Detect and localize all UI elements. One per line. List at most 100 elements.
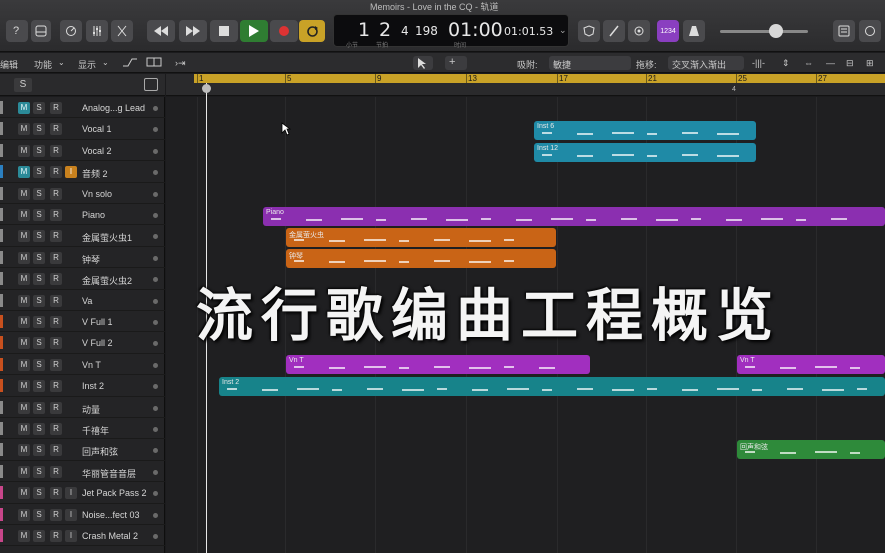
track-row[interactable]: M S R 华丽管音音层 bbox=[0, 461, 165, 483]
record-enable-button[interactable]: R bbox=[50, 273, 62, 286]
track-row[interactable]: M S R Va bbox=[0, 290, 165, 311]
solo-button[interactable]: S bbox=[33, 423, 45, 435]
track-name[interactable]: Vn T bbox=[82, 360, 101, 370]
mute-button[interactable]: M bbox=[18, 487, 30, 500]
master-volume-slider[interactable] bbox=[720, 30, 808, 33]
track-row[interactable]: M S R Vn T bbox=[0, 354, 165, 376]
solo-button[interactable]: S bbox=[33, 487, 45, 500]
mute-button[interactable]: M bbox=[18, 358, 30, 371]
loop-browser-button[interactable] bbox=[859, 20, 881, 42]
mute-button[interactable]: M bbox=[18, 337, 30, 350]
mute-button[interactable]: M bbox=[18, 187, 30, 200]
catch-icon[interactable]: ›⇥ bbox=[175, 58, 186, 69]
track-name[interactable]: V Full 1 bbox=[82, 317, 113, 327]
global-solo-button[interactable]: S bbox=[14, 78, 32, 92]
lcd-display[interactable]: 1 小节 2 节拍 4 198 01:00 时间 01:01.53 ⌄ bbox=[333, 14, 569, 49]
drag-select[interactable]: 交叉渐入渐出 bbox=[668, 56, 744, 70]
mute-button[interactable]: M bbox=[18, 401, 30, 414]
solo-button[interactable]: S bbox=[33, 273, 45, 286]
record-enable-button[interactable]: R bbox=[50, 166, 62, 179]
track-name[interactable]: V Full 2 bbox=[82, 338, 113, 348]
mute-button[interactable]: M bbox=[18, 102, 30, 114]
record-enable-button[interactable]: R bbox=[50, 251, 62, 264]
master-volume-knob[interactable] bbox=[769, 24, 783, 38]
record-button[interactable] bbox=[270, 20, 298, 42]
mute-button[interactable]: M bbox=[18, 508, 30, 521]
track-name[interactable]: Vocal 2 bbox=[82, 146, 112, 156]
mute-button[interactable]: M bbox=[18, 144, 30, 157]
record-enable-button[interactable]: R bbox=[50, 316, 62, 328]
record-enable-button[interactable]: R bbox=[50, 487, 62, 500]
input-monitor-button[interactable]: I bbox=[65, 166, 77, 179]
track-name[interactable]: 动量 bbox=[82, 403, 100, 416]
track-name[interactable]: Va bbox=[82, 296, 92, 306]
track-name[interactable]: 音频 2 bbox=[82, 167, 108, 180]
record-enable-button[interactable]: R bbox=[50, 123, 62, 136]
track-row[interactable]: M S R I 音频 2 bbox=[0, 161, 165, 183]
vertical-zoom-icon[interactable]: ⇕ bbox=[782, 58, 790, 69]
mute-button[interactable]: M bbox=[18, 316, 30, 328]
mute-button[interactable]: M bbox=[18, 123, 30, 136]
mute-button[interactable]: M bbox=[18, 230, 30, 243]
zoom-slider[interactable]: — bbox=[826, 58, 835, 68]
solo-button[interactable]: S bbox=[33, 316, 45, 328]
record-enable-button[interactable]: R bbox=[50, 444, 62, 457]
track-row[interactable]: MSR V Full 2 bbox=[0, 332, 165, 354]
metronome-button[interactable] bbox=[683, 20, 705, 42]
midi-region[interactable]: Inst 6 bbox=[534, 121, 756, 140]
record-enable-button[interactable]: R bbox=[50, 358, 62, 371]
cycle-button[interactable] bbox=[299, 20, 325, 42]
add-track-icon[interactable] bbox=[144, 78, 158, 91]
mute-button[interactable]: M bbox=[18, 294, 30, 307]
track-row[interactable]: M S R Piano bbox=[0, 204, 165, 226]
inbox-button[interactable] bbox=[31, 20, 51, 42]
input-monitor-button[interactable]: I bbox=[65, 530, 77, 542]
track-row[interactable]: M S R 动量 bbox=[0, 397, 165, 418]
track-row[interactable]: M S R Vn solo bbox=[0, 183, 165, 204]
midi-region[interactable]: Inst 2 bbox=[219, 377, 885, 396]
track-name[interactable]: Crash Metal 2 bbox=[82, 531, 138, 541]
midi-region[interactable]: 回声和弦 bbox=[737, 440, 885, 459]
record-enable-button[interactable]: R bbox=[50, 102, 62, 114]
automation-icon[interactable] bbox=[122, 56, 138, 70]
waveform-zoom-icon[interactable]: -|||- bbox=[752, 58, 765, 68]
track-row[interactable]: M S R Vocal 2 bbox=[0, 140, 165, 162]
record-enable-button[interactable]: R bbox=[50, 508, 62, 521]
playhead-handle[interactable] bbox=[202, 84, 211, 93]
midi-region[interactable]: Piano bbox=[263, 207, 885, 226]
track-row[interactable]: M S R Analog...g Lead bbox=[0, 97, 165, 119]
view-menu[interactable]: 显示 bbox=[78, 58, 96, 71]
secondary-tool-select[interactable]: + bbox=[445, 56, 467, 70]
track-name[interactable]: Jet Pack Pass 2 bbox=[82, 488, 147, 498]
solo-button[interactable]: S bbox=[33, 187, 45, 200]
solo-button[interactable]: S bbox=[33, 209, 45, 221]
record-enable-button[interactable]: R bbox=[50, 465, 62, 478]
snap-select[interactable]: 敏捷 bbox=[549, 56, 631, 70]
record-enable-button[interactable]: R bbox=[50, 230, 62, 243]
record-enable-button[interactable]: R bbox=[50, 294, 62, 307]
record-enable-button[interactable]: R bbox=[50, 209, 62, 221]
rewind-button[interactable] bbox=[147, 20, 175, 42]
horizontal-zoom-icon[interactable]: ⇔ bbox=[804, 58, 813, 68]
midi-region[interactable]: Inst 12 bbox=[534, 143, 756, 162]
track-name[interactable]: Analog...g Lead bbox=[82, 103, 145, 113]
play-button[interactable] bbox=[240, 20, 268, 42]
mute-button[interactable]: M bbox=[18, 166, 30, 179]
track-row[interactable]: M S R 钟琴 bbox=[0, 247, 165, 269]
solo-button[interactable]: S bbox=[33, 380, 45, 393]
record-enable-button[interactable]: R bbox=[50, 380, 62, 393]
record-enable-button[interactable]: R bbox=[50, 337, 62, 350]
mute-button[interactable]: M bbox=[18, 444, 30, 457]
settings-button[interactable] bbox=[628, 20, 650, 42]
track-row[interactable]: MSR V Full 1 bbox=[0, 311, 165, 333]
solo-button[interactable]: S bbox=[33, 166, 45, 179]
track-name[interactable]: Inst 2 bbox=[82, 381, 104, 391]
record-enable-button[interactable]: R bbox=[50, 144, 62, 157]
solo-button[interactable]: S bbox=[33, 123, 45, 136]
input-monitor-button[interactable]: I bbox=[65, 508, 77, 521]
track-row[interactable]: M S R 金属萤火虫2 bbox=[0, 268, 165, 290]
pointer-tool-select[interactable] bbox=[413, 56, 433, 70]
lcd-dropdown-icon[interactable]: ⌄ bbox=[559, 25, 567, 36]
solo-button[interactable]: S bbox=[33, 337, 45, 350]
track-row[interactable]: M S R Inst 2 bbox=[0, 375, 165, 397]
